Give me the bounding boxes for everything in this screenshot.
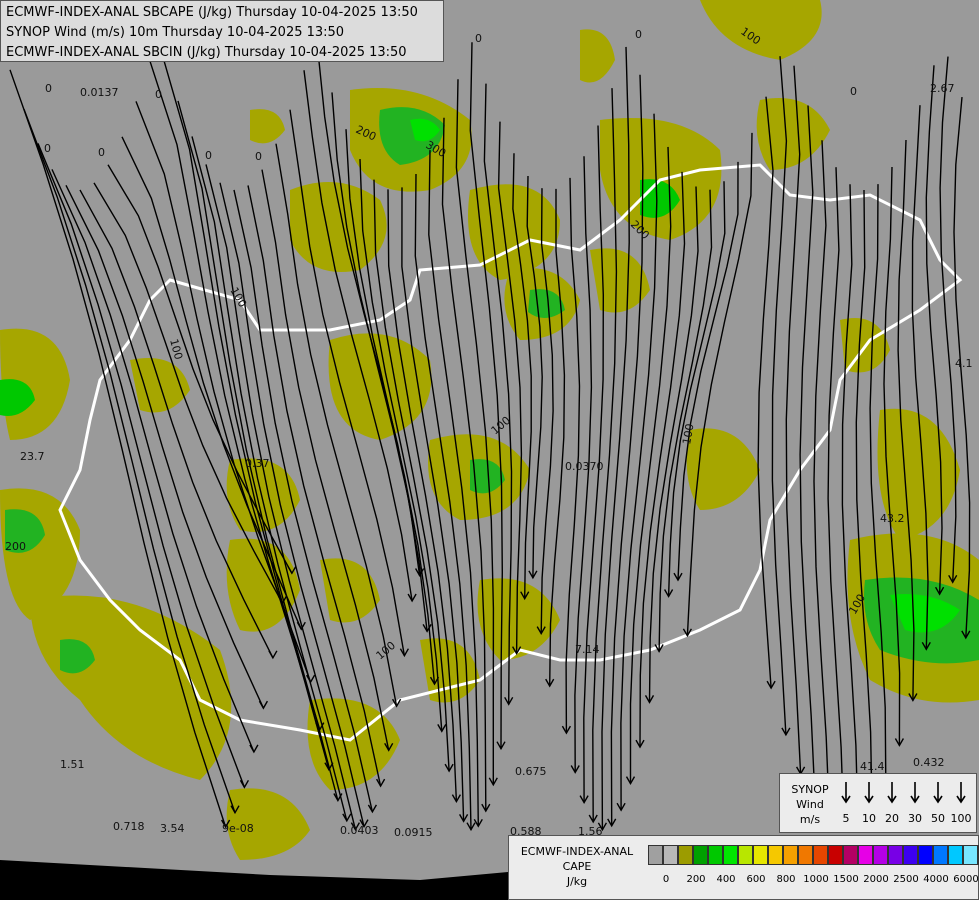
cape-legend-title-1: ECMWF-INDEX-ANAL bbox=[520, 845, 634, 858]
wind-legend-arrow: 20 bbox=[885, 782, 899, 825]
map-value-label: 4.1 bbox=[955, 357, 973, 370]
map-value-label: 0.675 bbox=[515, 765, 547, 778]
map-value-label: 0 bbox=[475, 32, 482, 45]
title-box: ECMWF-INDEX-ANAL SBCAPE (J/kg) Thursday … bbox=[0, 0, 444, 62]
wind-legend-speed: 5 bbox=[843, 812, 850, 825]
map-value-label: 0 bbox=[155, 88, 162, 101]
cape-swatch bbox=[693, 845, 708, 865]
cape-swatch bbox=[798, 845, 813, 865]
map-value-label: 0.0403 bbox=[340, 824, 379, 837]
map-value-label: 0.0370 bbox=[565, 460, 604, 473]
wind-legend-speed: 10 bbox=[862, 812, 876, 825]
cape-tick-label: 2500 bbox=[893, 874, 919, 885]
cape-legend-title: ECMWF-INDEX-ANAL CAPE J/kg bbox=[513, 844, 641, 889]
weather-map: 0.0137 0 0 0 0 0 0 0 0 0 2.67 23.7 0.37 0.0370 4.1 43.2… bbox=[0, 0, 979, 900]
cape-color-scale bbox=[648, 845, 979, 865]
map-value-label: 9e-08 bbox=[222, 822, 254, 835]
wind-legend-speed: 50 bbox=[931, 812, 945, 825]
wind-legend-arrow: 10 bbox=[862, 782, 876, 825]
map-value-label: 1.51 bbox=[60, 758, 85, 771]
wind-legend-title-2: Wind bbox=[796, 798, 824, 811]
title-line-3: ECMWF-INDEX-ANAL SBCIN (J/kg) Thursday 1… bbox=[6, 45, 407, 60]
map-value-label: 0 bbox=[44, 142, 51, 155]
cape-swatch bbox=[843, 845, 858, 865]
cape-swatch bbox=[828, 845, 843, 865]
cape-tick-label: 6000 bbox=[953, 874, 979, 885]
map-value-label: 0 bbox=[98, 146, 105, 159]
cape-swatch bbox=[948, 845, 963, 865]
map-value-label: 200 bbox=[5, 540, 26, 553]
map-value-label: 0 bbox=[635, 28, 642, 41]
cape-legend: ECMWF-INDEX-ANAL CAPE J/kg 0 200 400 600 800… bbox=[508, 835, 979, 900]
wind-legend-arrow: 50 bbox=[931, 782, 945, 825]
wind-legend: SYNOP Wind m/s 5 10 20 30 50 100 bbox=[779, 773, 977, 833]
map-value-label: 0.0137 bbox=[80, 86, 119, 99]
cape-swatch bbox=[873, 845, 888, 865]
cape-swatch bbox=[663, 845, 678, 865]
map-value-label: 0 bbox=[45, 82, 52, 95]
cape-swatch bbox=[678, 845, 693, 865]
map-value-label: 0.37 bbox=[245, 457, 270, 470]
cape-swatch bbox=[813, 845, 828, 865]
wind-legend-title: SYNOP Wind m/s bbox=[784, 782, 836, 827]
cape-swatch bbox=[753, 845, 768, 865]
title-line-1: ECMWF-INDEX-ANAL SBCAPE (J/kg) Thursday … bbox=[6, 5, 418, 20]
cape-tick-labels: 0 200 400 600 800 1000 1500 2000 2500 4000 6000 bbox=[648, 874, 979, 888]
map-value-label: 2.67 bbox=[930, 82, 955, 95]
cape-tick-label: 2000 bbox=[863, 874, 889, 885]
map-value-label: 0 bbox=[255, 150, 262, 163]
map-value-label: 0.718 bbox=[113, 820, 145, 833]
wind-legend-arrow: 5 bbox=[841, 782, 851, 825]
cape-swatch bbox=[648, 845, 663, 865]
wind-legend-arrow: 100 bbox=[951, 782, 972, 825]
cape-swatch bbox=[903, 845, 918, 865]
cape-tick-label: 1000 bbox=[803, 874, 829, 885]
cape-tick-label: 400 bbox=[716, 874, 736, 885]
map-value-label: 7.14 bbox=[575, 643, 600, 656]
cape-legend-title-3: J/kg bbox=[566, 875, 588, 888]
map-value-label: 0 bbox=[205, 149, 212, 162]
cape-swatch bbox=[783, 845, 798, 865]
cape-swatch bbox=[918, 845, 933, 865]
cape-swatch bbox=[723, 845, 738, 865]
cape-tick-label: 600 bbox=[746, 874, 766, 885]
cape-swatch bbox=[888, 845, 903, 865]
cape-tick-label: 4000 bbox=[923, 874, 949, 885]
map-value-label: 0.432 bbox=[913, 756, 945, 769]
map-value-label: 43.2 bbox=[880, 512, 905, 525]
map-value-label: 3.54 bbox=[160, 822, 185, 835]
cape-swatch bbox=[933, 845, 948, 865]
title-line-2: SYNOP Wind (m/s) 10m Thursday 10-04-2025… bbox=[6, 25, 345, 40]
map-value-label: 0 bbox=[850, 85, 857, 98]
cape-swatch bbox=[738, 845, 753, 865]
cape-swatch bbox=[708, 845, 723, 865]
wind-legend-title-1: SYNOP bbox=[791, 783, 829, 796]
cape-swatch bbox=[963, 845, 978, 865]
cape-swatch bbox=[858, 845, 873, 865]
map-value-label: 23.7 bbox=[20, 450, 45, 463]
wind-legend-arrows: 5 10 20 30 50 100 bbox=[841, 782, 972, 825]
cape-swatch bbox=[768, 845, 783, 865]
wind-legend-speed: 20 bbox=[885, 812, 899, 825]
wind-legend-speed: 30 bbox=[908, 812, 922, 825]
cape-tick-label: 800 bbox=[776, 874, 796, 885]
wind-legend-title-3: m/s bbox=[799, 813, 821, 826]
cape-tick-label: 200 bbox=[686, 874, 706, 885]
cape-tick-label: 1500 bbox=[833, 874, 859, 885]
wind-legend-arrow: 30 bbox=[908, 782, 922, 825]
map-value-label: 41.4 bbox=[860, 760, 885, 773]
wind-legend-speed: 100 bbox=[951, 812, 972, 825]
map-value-label: 0.0915 bbox=[394, 826, 433, 839]
cape-legend-title-2: CAPE bbox=[562, 860, 592, 873]
cape-tick-label: 0 bbox=[662, 874, 670, 885]
